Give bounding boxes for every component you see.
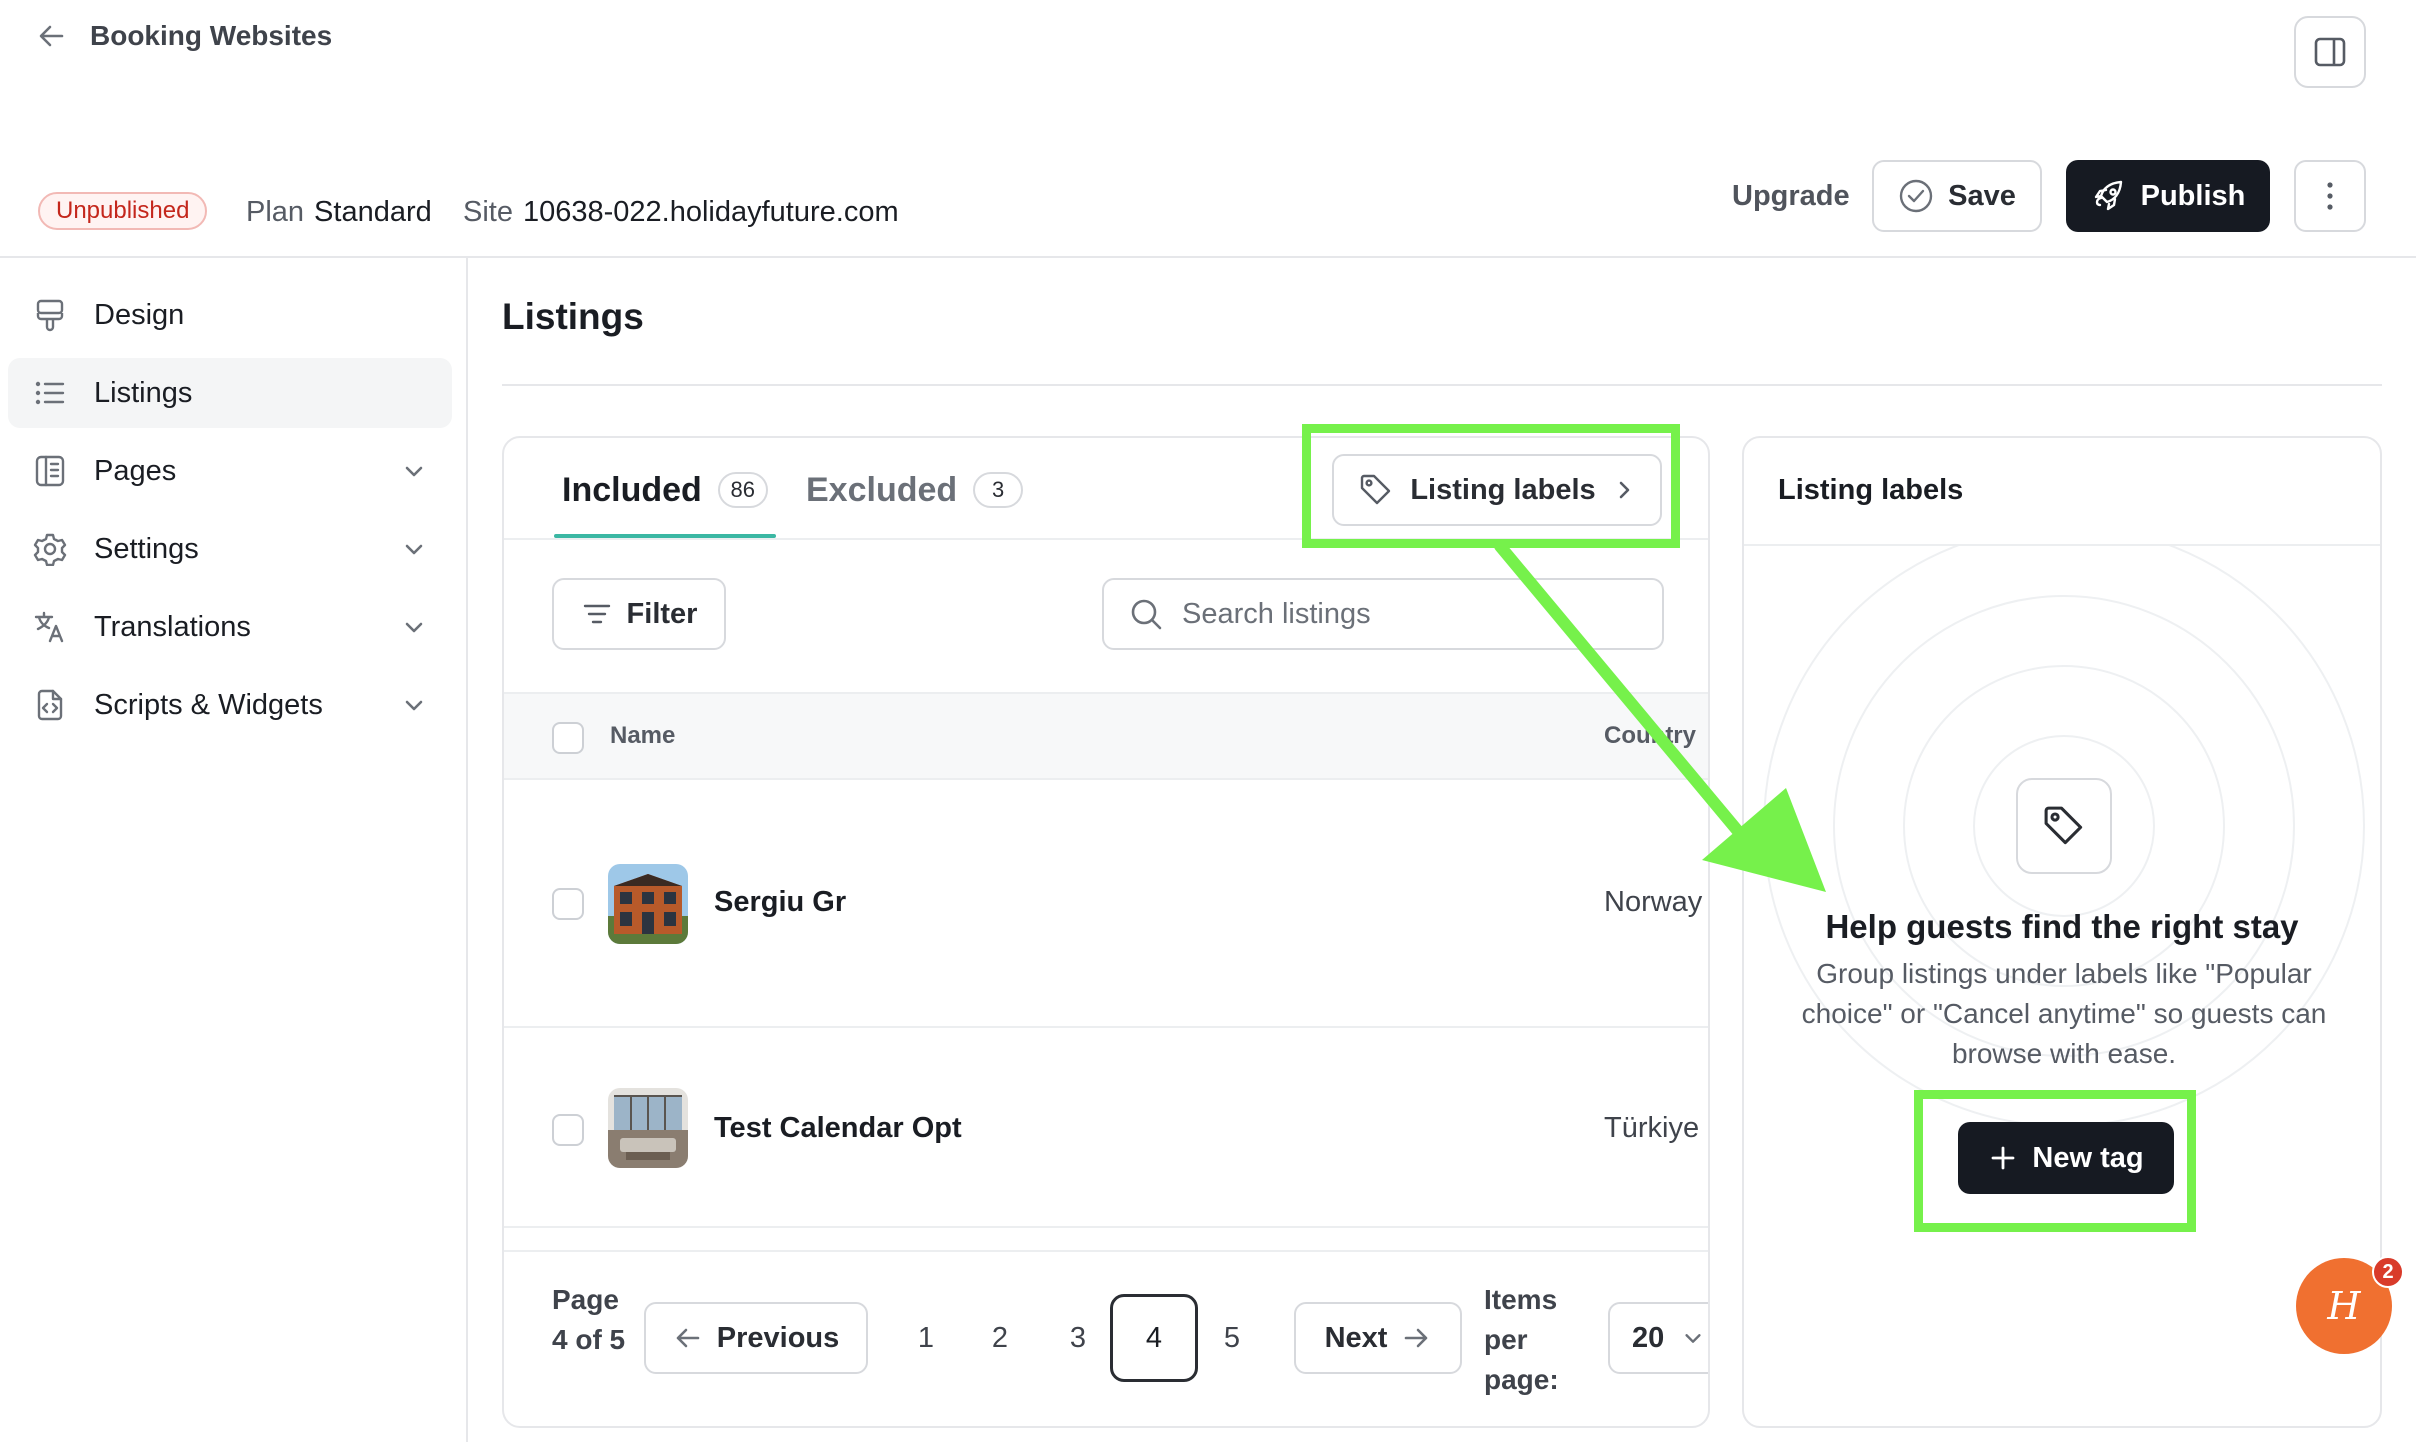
sidebar-item-label: Design [94,298,185,331]
chevron-down-icon [402,615,426,639]
tab-label: Included [562,470,702,509]
table-row[interactable]: Test Calendar Opt Türkiye [504,1028,1708,1228]
tab-excluded[interactable]: Excluded 3 [806,462,1024,518]
panel-title: Listing labels [1778,474,1964,506]
chat-logo-icon: H [2327,1284,2361,1328]
sidebar-item-settings[interactable]: Settings [8,514,452,584]
list-icon [32,375,68,411]
sidebar-item-design[interactable]: Design [8,280,452,350]
upgrade-link[interactable]: Upgrade [1732,178,1850,214]
tab-count-badge: 86 [717,472,768,508]
chevron-down-icon [402,693,426,717]
filter-lines-icon [581,598,613,630]
previous-label: Previous [716,1321,840,1354]
arrow-left-icon [673,1323,703,1353]
pagination: Page 4 of 5 Previous 1 2 3 4 5 Next Item… [504,1250,1708,1426]
page-number[interactable]: 2 [964,1302,1036,1374]
items-per-page-value: 20 [1632,1321,1665,1354]
listing-country: Türkiye [1604,1112,1700,1144]
chevron-down-icon [1682,1327,1704,1349]
tag-icon [2016,778,2112,874]
panel-toggle-button[interactable] [2294,16,2366,88]
arrow-right-icon [1401,1323,1431,1353]
listing-name: Sergiu Gr [714,886,847,918]
sidebar-item-scripts-widgets[interactable]: Scripts & Widgets [8,670,452,740]
save-button[interactable]: Save [1872,160,2042,232]
sidebar-item-pages[interactable]: Pages [8,436,452,506]
arrow-left-icon [36,20,68,52]
site-info: Site 10638-022.holidayfuture.com [463,194,899,230]
sidebar-item-listings[interactable]: Listings [8,358,452,428]
paintbrush-icon [32,297,68,333]
listing-thumbnail [608,864,688,944]
code-file-icon [32,687,68,723]
filter-button-label: Filter [626,597,698,630]
next-label: Next [1324,1321,1388,1354]
more-options-button[interactable] [2294,160,2366,232]
more-vertical-icon [2326,180,2334,212]
empty-state-title: Help guests find the right stay [1825,908,2299,945]
filter-button[interactable]: Filter [552,578,726,650]
column-header-name[interactable]: Name [610,722,675,750]
tab-included[interactable]: Included 86 [562,462,768,518]
annotation-highlight-new-tag [1914,1090,2196,1232]
page-title: Listings [502,296,644,337]
previous-page-button[interactable]: Previous [644,1302,868,1374]
page-number[interactable]: 5 [1196,1302,1268,1374]
plan-label: Plan [246,195,305,228]
page-info: Page 4 of 5 [552,1284,626,1355]
sidebar-item-label: Translations [94,610,251,643]
back-link-label: Booking Websites [90,20,333,51]
sidebar-item-label: Settings [94,532,199,565]
sidebar: Design Listings Pages Settings Translati… [0,258,468,1442]
tab-label: Excluded [806,470,958,509]
page-number-current[interactable]: 4 [1110,1294,1198,1382]
items-per-page-select[interactable]: 20 [1608,1302,1708,1374]
gear-icon [32,531,68,567]
publish-button-label: Publish [2140,179,2246,212]
row-checkbox[interactable] [552,888,584,920]
pages-icon [32,453,68,489]
page-number[interactable]: 3 [1042,1302,1114,1374]
active-tab-indicator [554,534,776,538]
sidebar-item-label: Listings [94,376,193,409]
site-label: Site [463,195,513,228]
tab-count-badge: 3 [973,472,1024,508]
listing-name: Test Calendar Opt [714,1112,962,1144]
sidebar-item-label: Pages [94,454,177,487]
status-badge: Unpublished [38,192,208,230]
rocket-icon [2091,178,2127,214]
page-number[interactable]: 1 [890,1302,962,1374]
next-page-button[interactable]: Next [1294,1302,1462,1374]
publish-button[interactable]: Publish [2066,160,2270,232]
row-checkbox[interactable] [552,1114,584,1146]
chevron-down-icon [402,459,426,483]
notification-badge: 2 [2372,1256,2404,1288]
back-link[interactable]: Booking Websites [36,14,332,58]
items-per-page-label: Items per page: [1484,1284,1559,1395]
search-icon [1128,596,1164,632]
listing-thumbnail [608,1088,688,1168]
select-all-checkbox[interactable] [552,722,584,754]
sidebar-item-translations[interactable]: Translations [8,592,452,662]
save-button-label: Save [1948,179,2016,212]
title-divider [502,384,2382,386]
sidebar-item-label: Scripts & Widgets [94,688,323,721]
empty-state-description: Group listings under labels like "Popula… [1801,958,2327,1069]
translate-icon [32,609,68,645]
annotation-arrow [1494,540,1826,892]
check-circle-icon [1898,178,1934,214]
sidebar-panel-icon [2312,34,2348,70]
plan-value: Standard [314,195,432,228]
chevron-down-icon [402,537,426,561]
plan-info: Plan Standard [246,194,432,230]
site-value: 10638-022.holidayfuture.com [522,195,899,228]
